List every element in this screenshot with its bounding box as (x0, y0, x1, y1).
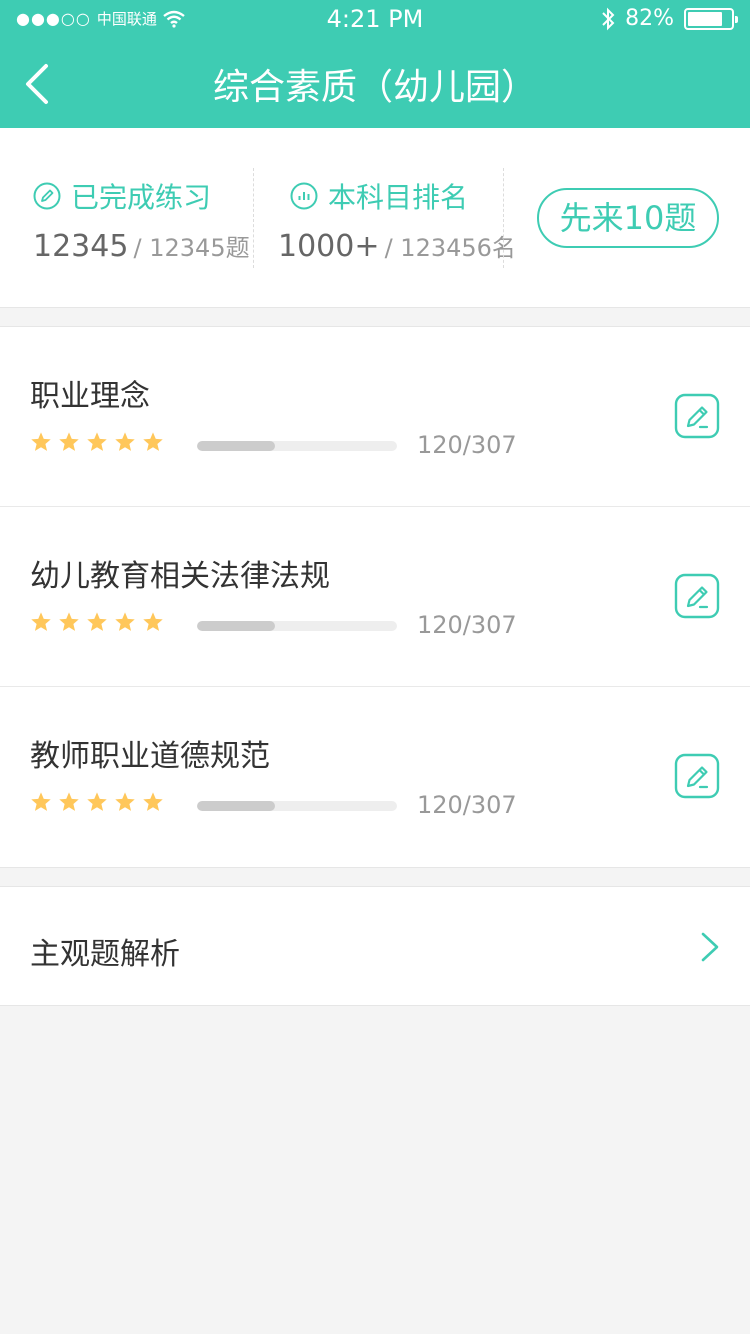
ranking-total: / 123456名 (384, 234, 516, 262)
ranking-numbers: 1000+ / 123456名 (278, 228, 516, 264)
list-item[interactable]: 教师职业道德规范 120/307 (0, 687, 750, 867)
ranking-header: 本科目排名 (290, 176, 468, 216)
star-rating (30, 431, 164, 453)
star-icon (87, 612, 107, 631)
star-icon (59, 432, 79, 451)
star-icon (143, 432, 163, 451)
subjective-analysis-label: 主观题解析 (30, 937, 180, 972)
progress-bar (197, 441, 397, 451)
pencil-circle-icon (33, 182, 61, 210)
progress-bar (197, 621, 397, 631)
progress-count: 120/307 (417, 791, 517, 819)
ranking-value: 1000+ (278, 229, 380, 264)
star-icon (31, 432, 51, 451)
progress-fill (197, 801, 275, 811)
completed-value: 12345 (33, 229, 129, 264)
progress-fill (197, 621, 275, 631)
completed-total: / 12345题 (133, 234, 250, 262)
star-icon (87, 432, 107, 451)
battery-icon (684, 7, 738, 30)
status-right: 82% (601, 6, 738, 31)
battery-percent: 82% (625, 6, 674, 31)
star-icon (143, 612, 163, 631)
star-icon (59, 792, 79, 811)
module-title: 教师职业道德规范 (30, 739, 270, 774)
edit-pencil-icon[interactable] (674, 393, 720, 439)
status-bar: ●●●○○ 中国联通 4:21 PM 82% (0, 0, 750, 40)
ranking-label: 本科目排名 (328, 181, 469, 214)
edit-pencil-icon[interactable] (674, 573, 720, 619)
module-title: 幼儿教育相关法律法规 (30, 559, 330, 594)
summary-divider (503, 168, 504, 268)
edit-pencil-icon[interactable] (674, 753, 720, 799)
battery-fill (688, 11, 723, 26)
progress-count: 120/307 (417, 611, 517, 639)
completed-header: 已完成练习 (33, 176, 211, 216)
list-item[interactable]: 职业理念 120/307 (0, 327, 750, 507)
star-rating (30, 611, 164, 633)
star-icon (115, 792, 135, 811)
star-icon (143, 792, 163, 811)
star-icon (115, 432, 135, 451)
bar-chart-circle-icon (290, 182, 318, 210)
page-title: 综合素质（幼儿园） (212, 67, 537, 108)
list-item[interactable]: 幼儿教育相关法律法规 120/307 (0, 507, 750, 687)
completed-numbers: 12345 / 12345题 (33, 228, 250, 264)
progress-bar (197, 801, 397, 811)
top-bar: ●●●○○ 中国联通 4:21 PM 82% 综合素质（幼儿园） (0, 0, 750, 128)
star-icon (59, 612, 79, 631)
bluetooth-icon (602, 7, 615, 30)
completed-label: 已完成练习 (71, 181, 212, 214)
star-icon (31, 612, 51, 631)
subjective-analysis-item[interactable]: 主观题解析 (0, 886, 750, 1006)
summary-divider (253, 168, 254, 268)
progress-count: 120/307 (417, 431, 517, 459)
module-title: 职业理念 (30, 379, 150, 414)
star-icon (87, 792, 107, 811)
star-icon (31, 792, 51, 811)
progress-fill (197, 441, 275, 451)
star-icon (115, 612, 135, 631)
star-rating (30, 791, 164, 813)
module-list: 职业理念 120/307 幼儿教育相关法律法规 120/307 教师职业道德规范… (0, 326, 750, 868)
chevron-right-icon (701, 932, 719, 962)
start-ten-questions-button[interactable]: 先来10题 (537, 188, 719, 248)
